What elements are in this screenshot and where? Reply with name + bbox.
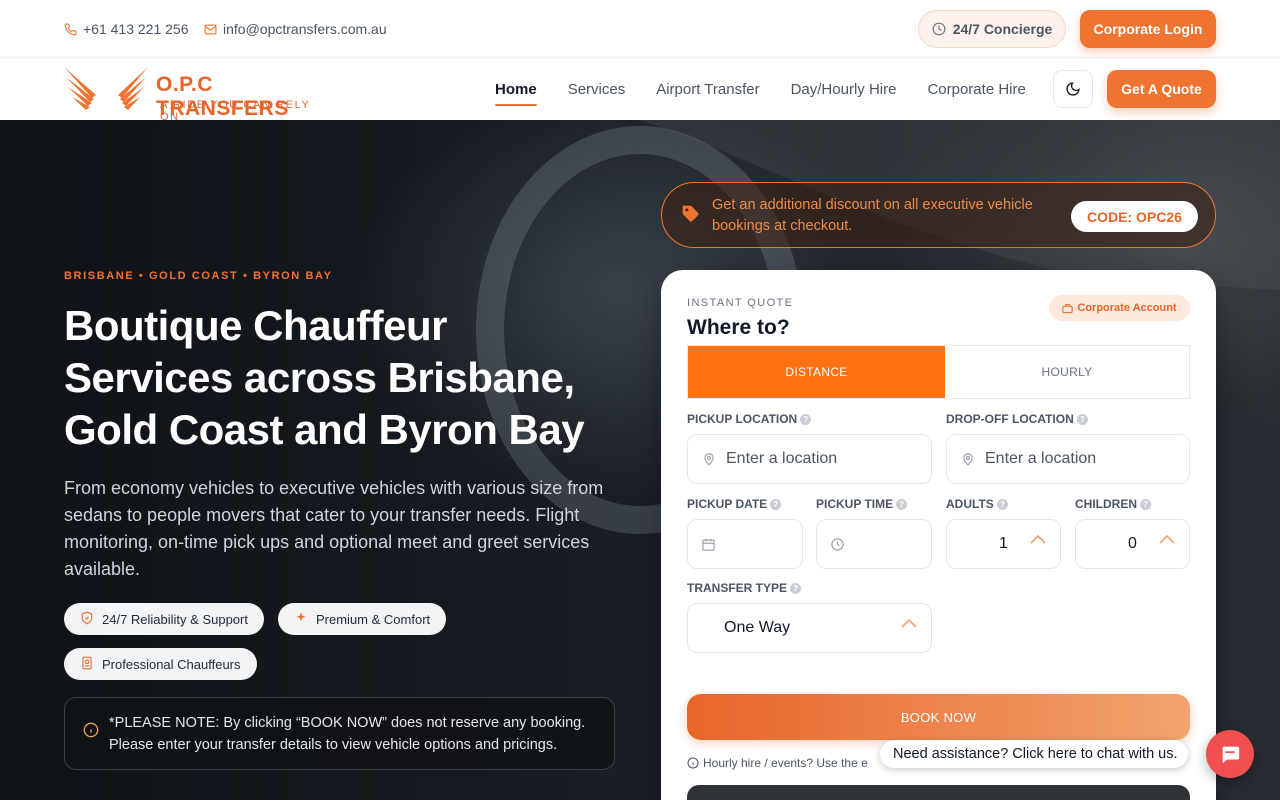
- theme-toggle-button[interactable]: [1053, 70, 1093, 108]
- transfer-type-label: TRANSFER TYPE?: [687, 581, 802, 595]
- tag-icon: [682, 205, 699, 222]
- label-text: CHILDREN: [1075, 497, 1137, 511]
- booking-notice: *PLEASE NOTE: By clicking “BOOK NOW” doe…: [64, 697, 615, 770]
- pickup-location-input[interactable]: [726, 450, 931, 468]
- phone-number: +61 413 221 256: [83, 21, 189, 37]
- phone-icon: [64, 23, 77, 36]
- corporate-account-label: Corporate Account: [1077, 302, 1177, 314]
- tab-distance[interactable]: DISTANCE: [688, 346, 945, 398]
- quote-tabs: DISTANCE HOURLY: [687, 345, 1190, 399]
- label-text: PICKUP DATE: [687, 497, 768, 511]
- phone-link[interactable]: +61 413 221 256: [64, 0, 189, 58]
- tab-hourly[interactable]: HOURLY: [945, 346, 1189, 398]
- promo-banner: Get an additional discount on all execut…: [661, 182, 1216, 248]
- mail-icon: [204, 23, 217, 36]
- children-label: CHILDREN?: [1075, 497, 1151, 511]
- feature-pill-reliability: 24/7 Reliability & Support: [64, 603, 264, 635]
- children-select[interactable]: 0: [1075, 519, 1190, 569]
- help-icon[interactable]: ?: [790, 582, 802, 594]
- card-eyebrow: INSTANT QUOTE: [687, 297, 794, 309]
- chat-prompt[interactable]: Need assistance? Click here to chat with…: [880, 740, 1188, 768]
- nav-item-home[interactable]: Home: [495, 59, 537, 120]
- adults-select[interactable]: 1: [946, 519, 1061, 569]
- hero-headline: Boutique Chauffeur Services across Brisb…: [64, 302, 585, 453]
- transfer-type-value: One Way: [724, 619, 791, 636]
- nav-links: Home Services Airport Transfer Day/Hourl…: [495, 59, 1057, 120]
- notice-text: *PLEASE NOTE: By clicking “BOOK NOW” doe…: [109, 714, 586, 753]
- chat-launcher-button[interactable]: [1206, 730, 1254, 778]
- book-now-button[interactable]: BOOK NOW: [687, 694, 1190, 740]
- label-text: ADULTS: [946, 497, 994, 511]
- hero-description: From economy vehicles to executive vehic…: [64, 478, 604, 579]
- help-icon[interactable]: ?: [770, 498, 782, 510]
- help-icon[interactable]: ?: [1076, 413, 1088, 425]
- dropoff-location-label: DROP-OFF LOCATION?: [946, 412, 1088, 426]
- pickup-time-field[interactable]: [816, 519, 932, 569]
- hero-eyebrow: BRISBANE • GOLD COAST • BYRON BAY: [64, 270, 333, 282]
- help-icon[interactable]: ?: [800, 413, 812, 425]
- enquiry-panel: [687, 785, 1190, 800]
- shield-icon: [80, 611, 94, 628]
- corporate-account-button[interactable]: Corporate Account: [1049, 295, 1190, 321]
- adults-label: ADULTS?: [946, 497, 1008, 511]
- label-text: PICKUP LOCATION: [687, 412, 798, 426]
- location-pin-icon: [704, 453, 714, 466]
- chevron-up-icon: [1159, 534, 1175, 544]
- briefcase-icon: [1062, 303, 1073, 313]
- pickup-time-label: PICKUP TIME?: [816, 497, 908, 511]
- promo-code[interactable]: CODE: OPC26: [1071, 201, 1198, 232]
- calendar-icon: [702, 538, 715, 551]
- get-a-quote-button[interactable]: Get A Quote: [1107, 70, 1216, 108]
- pickup-location-label: PICKUP LOCATION?: [687, 412, 812, 426]
- hero-section: BRISBANE • GOLD COAST • BYRON BAY Boutiq…: [0, 120, 1280, 800]
- feature-label: Premium & Comfort: [316, 611, 431, 627]
- pickup-date-field[interactable]: [687, 519, 803, 569]
- info-icon: [687, 757, 699, 769]
- feature-label: Professional Chauffeurs: [102, 656, 241, 672]
- email-address: info@opctransfers.com.au: [223, 21, 387, 37]
- email-link[interactable]: info@opctransfers.com.au: [204, 0, 387, 58]
- nav-item-services[interactable]: Services: [568, 59, 626, 120]
- badge-icon: [80, 656, 94, 673]
- chat-icon: [1222, 746, 1240, 764]
- nav-item-corporate-hire[interactable]: Corporate Hire: [927, 59, 1025, 120]
- chevron-up-icon: [1030, 534, 1046, 544]
- info-icon: [83, 722, 99, 745]
- label-text: PICKUP TIME: [816, 497, 894, 511]
- help-icon[interactable]: ?: [996, 498, 1008, 510]
- help-icon[interactable]: ?: [896, 498, 908, 510]
- label-text: DROP-OFF LOCATION: [946, 412, 1074, 426]
- concierge-label: 24/7 Concierge: [952, 21, 1053, 37]
- nav-item-day-hourly-hire[interactable]: Day/Hourly Hire: [791, 59, 897, 120]
- wings-logo-icon: [64, 67, 148, 110]
- moon-icon: [1066, 82, 1080, 96]
- chevron-up-icon: [901, 618, 917, 628]
- help-icon[interactable]: ?: [1140, 498, 1151, 510]
- pickup-date-label: PICKUP DATE?: [687, 497, 782, 511]
- main-nav: O.P.C TRANSFERS A RIDE YOU CAN RELY ON H…: [0, 59, 1280, 123]
- pickup-location-field[interactable]: [687, 434, 932, 484]
- clock-icon: [932, 22, 946, 36]
- corporate-login-button[interactable]: Corporate Login: [1080, 10, 1216, 48]
- sparkle-icon: [294, 611, 308, 628]
- feature-pill-premium: Premium & Comfort: [278, 603, 447, 635]
- concierge-badge[interactable]: 24/7 Concierge: [918, 10, 1066, 48]
- promo-text: Get an additional discount on all execut…: [712, 197, 1033, 234]
- hourly-note-text: Hourly hire / events? Use the e: [703, 756, 868, 770]
- card-title: Where to?: [687, 316, 790, 339]
- location-pin-icon: [963, 453, 973, 466]
- quote-form-card: INSTANT QUOTE Where to? Corporate Accoun…: [661, 270, 1216, 800]
- dropoff-location-field[interactable]: [946, 434, 1190, 484]
- label-text: TRANSFER TYPE: [687, 581, 788, 595]
- top-bar: +61 413 221 256 info@opctransfers.com.au…: [0, 0, 1280, 58]
- brand-logo[interactable]: O.P.C TRANSFERS A RIDE YOU CAN RELY ON: [62, 65, 332, 123]
- transfer-type-select[interactable]: One Way: [687, 603, 932, 653]
- hourly-hire-note: Hourly hire / events? Use the e: [687, 756, 868, 770]
- feature-label: 24/7 Reliability & Support: [102, 611, 248, 627]
- feature-pill-chauffeurs: Professional Chauffeurs: [64, 648, 257, 680]
- dropoff-location-input[interactable]: [985, 450, 1189, 468]
- clock-icon: [831, 537, 844, 551]
- nav-item-airport-transfer[interactable]: Airport Transfer: [656, 59, 759, 120]
